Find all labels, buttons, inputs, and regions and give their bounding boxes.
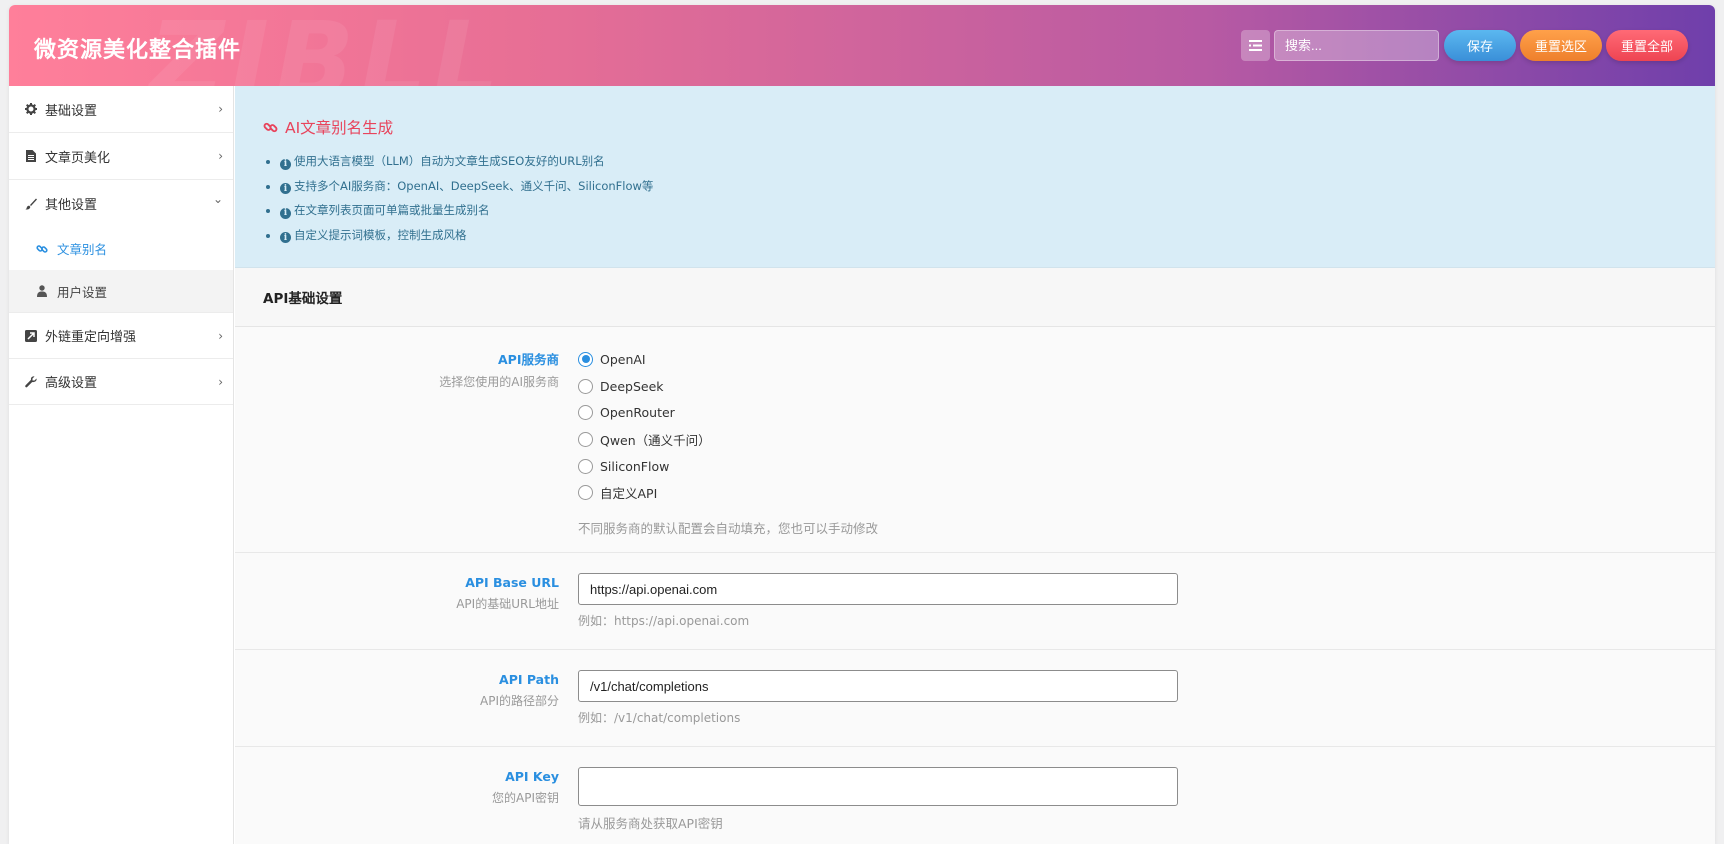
chevron-right-icon: › bbox=[218, 149, 223, 163]
list-item: i在文章列表页面可单篇或批量生成别名 bbox=[280, 198, 1715, 223]
notice-title-text: AI文章别名生成 bbox=[285, 119, 394, 137]
sidebar-item-label: 外链重定向增强 bbox=[45, 330, 137, 345]
list-item: i使用大语言模型（LLM）自动为文章生成SEO友好的URL别名 bbox=[280, 149, 1715, 174]
sidebar-subitem-label: 用户设置 bbox=[57, 284, 108, 300]
field-description: 您的API密钥 bbox=[492, 791, 559, 805]
sidebar-item-basic-settings[interactable]: 基础设置 › bbox=[9, 86, 233, 133]
menu-toggle-button[interactable] bbox=[1241, 30, 1270, 61]
link-icon bbox=[35, 243, 49, 255]
save-button[interactable]: 保存 bbox=[1444, 30, 1516, 61]
radio-option-siliconflow[interactable]: SiliconFlow bbox=[578, 453, 878, 480]
base-url-row: API Base URL API的基础URL地址 例如：https://api.… bbox=[235, 553, 1715, 650]
chevron-right-icon: › bbox=[218, 329, 223, 343]
info-icon: i bbox=[280, 158, 291, 170]
radio-button[interactable] bbox=[578, 458, 593, 474]
provider-label-group: API服务商 选择您使用的AI服务商 bbox=[235, 349, 559, 390]
api-path-input[interactable] bbox=[578, 670, 1178, 702]
link-icon bbox=[263, 120, 278, 135]
plugin-title: 微资源美化整合插件 bbox=[34, 38, 242, 63]
sidebar-item-other-settings[interactable]: 其他设置 ⌄ bbox=[9, 180, 233, 227]
list-icon bbox=[1249, 40, 1262, 51]
field-label: API服务商 bbox=[498, 352, 559, 367]
radio-option-qwen[interactable]: Qwen（通义千问） bbox=[578, 426, 878, 453]
field-label: API Key bbox=[505, 769, 559, 784]
reset-all-button[interactable]: 重置全部 bbox=[1606, 30, 1688, 61]
sidebar-subitem-label: 文章别名 bbox=[57, 242, 108, 257]
document-icon bbox=[24, 149, 38, 163]
chevron-right-icon: › bbox=[218, 375, 223, 389]
base-url-label-group: API Base URL API的基础URL地址 bbox=[235, 575, 559, 612]
radio-button[interactable] bbox=[578, 431, 593, 447]
api-path-label-group: API Path API的路径部分 bbox=[235, 672, 559, 709]
sidebar-item-label: 基础设置 bbox=[45, 103, 98, 119]
info-icon: i bbox=[280, 207, 291, 219]
chevron-right-icon: › bbox=[218, 102, 223, 116]
field-hint: 不同服务商的默认配置会自动填充，您也可以手动修改 bbox=[578, 521, 879, 537]
sidebar-nav: 基础设置 › 文章页美化 › 其他设置 ⌄ 文章别名 用户设置 外链重定向增强 … bbox=[9, 86, 234, 844]
list-item: i支持多个AI服务商：OpenAI、DeepSeek、通义千问、SiliconF… bbox=[280, 174, 1715, 199]
wrench-icon bbox=[24, 375, 38, 389]
radio-button[interactable] bbox=[578, 485, 593, 501]
field-hint: 例如：https://api.openai.com bbox=[578, 614, 750, 628]
field-hint: 例如：/v1/chat/completions bbox=[578, 711, 741, 725]
radio-button-checked[interactable] bbox=[578, 351, 593, 367]
provider-row: API服务商 选择您使用的AI服务商 OpenAI DeepSeek OpenR… bbox=[235, 327, 1715, 553]
brush-icon bbox=[24, 197, 38, 211]
user-icon bbox=[35, 285, 49, 297]
reset-selection-button[interactable]: 重置选区 bbox=[1520, 30, 1602, 61]
field-description: API的路径部分 bbox=[480, 694, 559, 708]
api-key-field-group: 请从服务商处获取API密钥 bbox=[578, 767, 1178, 832]
search-input[interactable] bbox=[1274, 30, 1439, 61]
api-path-row: API Path API的路径部分 例如：/v1/chat/completion… bbox=[235, 650, 1715, 747]
radio-button[interactable] bbox=[578, 378, 593, 394]
sidebar-item-label: 其他设置 bbox=[45, 198, 98, 213]
info-icon: i bbox=[280, 232, 291, 244]
notice-list: i使用大语言模型（LLM）自动为文章生成SEO友好的URL别名 i支持多个AI服… bbox=[263, 149, 1715, 247]
info-notice: AI文章别名生成 i使用大语言模型（LLM）自动为文章生成SEO友好的URL别名… bbox=[235, 86, 1715, 268]
external-link-icon bbox=[24, 329, 38, 343]
field-label: API Base URL bbox=[465, 575, 559, 590]
sidebar-item-external-link-redirect[interactable]: 外链重定向增强 › bbox=[9, 313, 233, 359]
section-title: API基础设置 bbox=[235, 268, 1715, 327]
info-icon: i bbox=[280, 183, 291, 195]
radio-option-openrouter[interactable]: OpenRouter bbox=[578, 399, 878, 426]
sidebar-item-label: 高级设置 bbox=[45, 376, 98, 391]
sidebar-item-advanced-settings[interactable]: 高级设置 › bbox=[9, 359, 233, 405]
base-url-field-group: 例如：https://api.openai.com bbox=[578, 573, 1178, 629]
sidebar-item-article-beautify[interactable]: 文章页美化 › bbox=[9, 133, 233, 180]
sidebar-item-label: 文章页美化 bbox=[45, 150, 111, 166]
main-content: AI文章别名生成 i使用大语言模型（LLM）自动为文章生成SEO友好的URL别名… bbox=[235, 86, 1715, 844]
settings-window: ZIBLL 微资源美化整合插件 保存 重置选区 重置全部 基础设置 › 文章页美… bbox=[9, 5, 1715, 844]
radio-button[interactable] bbox=[578, 405, 593, 421]
radio-option-openai[interactable]: OpenAI bbox=[578, 346, 878, 373]
sidebar-subitem-article-alias[interactable]: 文章别名 bbox=[9, 227, 233, 270]
provider-radio-group: OpenAI DeepSeek OpenRouter Qwen（通义千问） Si… bbox=[578, 346, 878, 537]
sidebar-subitem-user-settings[interactable]: 用户设置 bbox=[9, 270, 233, 313]
field-hint: 请从服务商处获取API密钥 bbox=[578, 816, 723, 831]
api-key-row: API Key 您的API密钥 请从服务商处获取API密钥 bbox=[235, 747, 1715, 844]
field-description: API的基础URL地址 bbox=[456, 597, 559, 611]
notice-title: AI文章别名生成 bbox=[263, 116, 1715, 138]
radio-option-deepseek[interactable]: DeepSeek bbox=[578, 373, 878, 400]
chevron-down-icon: ⌄ bbox=[212, 192, 223, 206]
header-bar: ZIBLL 微资源美化整合插件 保存 重置选区 重置全部 bbox=[9, 5, 1715, 86]
api-key-label-group: API Key 您的API密钥 bbox=[235, 769, 559, 806]
field-description: 选择您使用的AI服务商 bbox=[439, 375, 559, 389]
field-label: API Path bbox=[499, 672, 559, 687]
gear-icon bbox=[24, 102, 38, 116]
radio-option-custom-api[interactable]: 自定义API bbox=[578, 479, 878, 506]
api-key-input[interactable] bbox=[578, 767, 1178, 806]
api-base-url-input[interactable] bbox=[578, 573, 1178, 605]
api-path-field-group: 例如：/v1/chat/completions bbox=[578, 670, 1178, 726]
list-item: i自定义提示词模板，控制生成风格 bbox=[280, 223, 1715, 248]
